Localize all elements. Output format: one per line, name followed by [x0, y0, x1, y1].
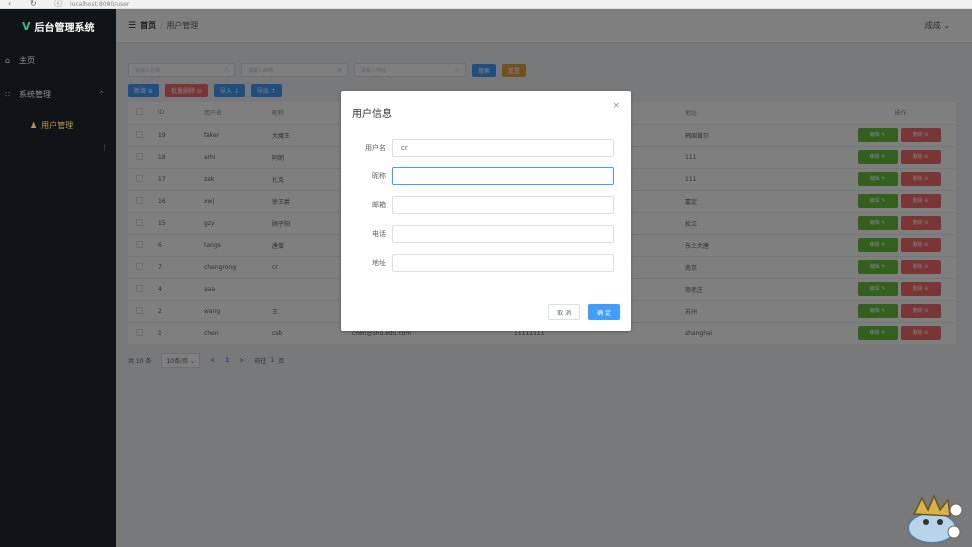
browser-toolbar: ‹ ↻ ⓘ localhost:8080/user	[0, 0, 972, 9]
phone-field[interactable]	[392, 225, 614, 243]
dialog-title: 用户信息	[352, 109, 392, 120]
address-field[interactable]	[392, 254, 614, 272]
form-row-phone: 电话	[341, 225, 631, 243]
sidebar-item-label: 系统管理	[19, 89, 51, 99]
form-row-nickname: 昵称	[341, 167, 631, 185]
form-row-email: 邮箱	[341, 196, 631, 214]
text-cursor-icon: I	[103, 143, 106, 154]
info-icon[interactable]: ⓘ	[54, 0, 62, 8]
phone-label: 电话	[372, 230, 386, 238]
form-row-username: 用户名 cr	[341, 139, 631, 157]
vue-logo-icon: V	[22, 19, 31, 33]
sidebar-item-label: 用户管理	[41, 120, 74, 130]
sidebar-item-label: 主页	[19, 55, 35, 65]
user-icon: ♟	[30, 120, 38, 130]
cancel-button[interactable]: 取 消	[548, 304, 581, 320]
email-field[interactable]	[392, 196, 614, 214]
user-info-dialog: 用户信息 × 用户名 cr 昵称 邮箱 电话 地址 取 消 确 定	[341, 91, 631, 331]
email-label: 邮箱	[372, 201, 386, 209]
home-icon: ⌂	[5, 55, 11, 65]
address-label: 地址	[372, 259, 386, 267]
sidebar-item-user-manage[interactable]: ♟ 用户管理	[0, 111, 116, 139]
mascot-sticker-icon	[907, 494, 963, 544]
app-title: 后台管理系统	[34, 22, 95, 34]
app-logo: V 后台管理系统	[0, 9, 116, 43]
username-field[interactable]: cr	[392, 139, 614, 157]
reload-icon[interactable]: ↻	[30, 0, 37, 8]
close-icon[interactable]: ×	[612, 101, 620, 111]
back-icon[interactable]: ‹	[8, 0, 11, 8]
sidebar: V 后台管理系统 ⌂ 主页 ∷ 系统管理 ^ ♟ 用户管理	[0, 9, 116, 547]
address-bar[interactable]: localhost:8080/user	[70, 1, 129, 8]
dialog-footer: 取 消 确 定	[540, 304, 620, 320]
form-row-address: 地址	[341, 254, 631, 272]
confirm-button[interactable]: 确 定	[588, 304, 620, 320]
nickname-label: 昵称	[372, 172, 386, 180]
sidebar-item-system[interactable]: ∷ 系统管理 ^	[0, 77, 116, 111]
nickname-field[interactable]	[392, 167, 614, 185]
sidebar-item-home[interactable]: ⌂ 主页	[0, 43, 116, 77]
grid-icon: ∷	[5, 89, 11, 99]
username-label: 用户名	[365, 144, 386, 152]
chevron-up-icon: ^	[98, 90, 104, 98]
